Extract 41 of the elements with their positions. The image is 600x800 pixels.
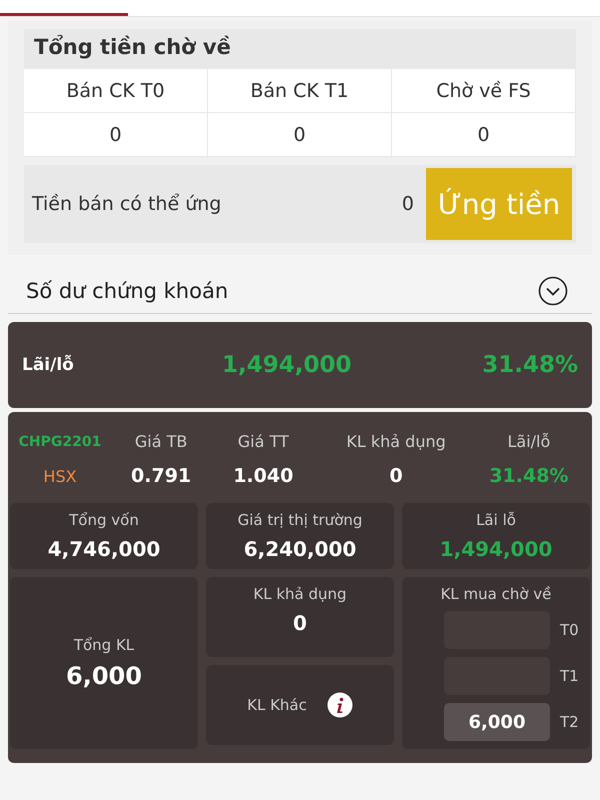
column-label: Lãi/lỗ [506,432,552,451]
column-value: 0.791 [130,465,192,487]
stat-label: KL mua chờ về [440,585,552,603]
column-header: Chờ về FS [392,69,576,113]
stat-value: 4,746,000 [48,537,160,561]
column-label: Giá TB [134,432,188,451]
column-value: 31.48% [488,465,570,487]
column-value: 0 [388,465,404,487]
stat-label: Tổng KL [74,636,134,654]
stat-label: Lãi lỗ [476,511,516,529]
stat-label: KL khả dụng [253,585,347,603]
stat-label: Tổng vốn [69,511,139,529]
exchange-label: HSX [42,466,78,486]
column-value: 1.040 [232,465,294,487]
column-header: Bán CK T0 [24,69,208,113]
column-label: Giá TT [236,432,290,451]
stat-value: 0 [293,611,307,635]
section-title: Tổng tiền chờ về [24,29,576,69]
summary-amount: 1,494,000 [222,352,352,378]
chevron-down-icon[interactable] [538,276,568,306]
stock-symbol: CHPG2201 [18,434,102,450]
column-label: KL khả dụng [345,432,447,451]
summary-percent: 31.48% [481,352,578,378]
volume-field[interactable]: 6,000 [444,703,550,741]
stat-label: KL Khác [247,696,307,714]
info-icon[interactable] [326,692,353,718]
stat-value: 6,000 [66,662,142,690]
advance-label: Tiền bán có thể ứng [31,193,222,215]
field-label: T0 [560,621,580,639]
table-cell: 0 [208,113,392,157]
summary-label: Lãi/lỗ [22,355,75,375]
section-title: Số dư chứng khoán [26,279,228,303]
stat-value: 6,240,000 [244,537,356,561]
table-cell: 0 [392,113,576,157]
field-label: T1 [560,667,580,685]
advance-value: 0 [402,193,414,215]
table-cell: 0 [24,113,208,157]
field-label: T2 [560,713,580,731]
stat-label: Giá trị thị trường [238,511,362,529]
stat-value: 1,494,000 [440,537,552,561]
column-header: Bán CK T1 [208,69,392,113]
